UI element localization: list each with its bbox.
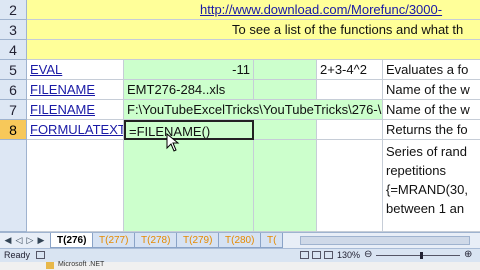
sheet-tab-bar: ◀ ◁ ▷ ▶ T(276) T(277) T(278) T(279) T(28… <box>0 232 480 248</box>
tab-t278[interactable]: T(278) <box>134 233 178 248</box>
worksheet-grid[interactable]: 2 3 4 5 6 7 8 http://www.download.com/Mo… <box>0 0 480 232</box>
page-layout-icon[interactable] <box>312 251 321 259</box>
active-cell-b8[interactable]: =FILENAME() <box>124 120 254 140</box>
cell-a6[interactable]: FILENAME <box>27 80 124 100</box>
row-header-4[interactable]: 4 <box>0 40 27 60</box>
cell-b9[interactable] <box>124 140 254 232</box>
cell-c5[interactable] <box>254 60 317 80</box>
cell-a9[interactable] <box>27 140 124 232</box>
cursor-icon <box>166 133 180 152</box>
cell-a7[interactable]: FILENAME <box>27 100 124 120</box>
row-header-6[interactable]: 6 <box>0 80 27 100</box>
row-header-9[interactable] <box>0 140 27 232</box>
cell-b5[interactable]: -11 <box>124 60 254 80</box>
zoom-level[interactable]: 130% <box>337 250 360 260</box>
status-bar: Ready 130% ⊖ ⊕ <box>0 248 480 262</box>
zoom-in-icon[interactable]: ⊕ <box>464 249 472 260</box>
taskbar: Microsoft .NET <box>0 261 480 270</box>
extra-line-1: Series of rand <box>386 144 467 159</box>
cell-d5[interactable]: 2+3-4^2 <box>317 60 383 80</box>
extra-line-3: {=MRAND(30, <box>386 182 468 197</box>
row-header-3[interactable]: 3 <box>0 20 27 40</box>
eval-link[interactable]: EVAL <box>30 62 62 77</box>
row-header-2[interactable]: 2 <box>0 0 27 20</box>
cell-a5[interactable]: EVAL <box>27 60 124 80</box>
cell-e5[interactable]: Evaluates a fo <box>383 60 480 80</box>
folder-icon <box>46 262 54 269</box>
filename-link-1[interactable]: FILENAME <box>30 82 95 97</box>
row-header-7[interactable]: 7 <box>0 100 27 120</box>
macro-record-icon[interactable] <box>36 251 45 259</box>
cell-row2[interactable]: http://www.download.com/Morefunc/3000- <box>27 0 480 20</box>
cell-e8[interactable]: Returns the fo <box>383 120 480 140</box>
status-ready: Ready <box>4 250 31 260</box>
next-sheet-button[interactable]: ▷ <box>25 234 35 246</box>
cell-row4[interactable] <box>27 40 480 60</box>
cell-c6[interactable] <box>254 80 317 100</box>
cell-d9[interactable] <box>317 140 383 232</box>
row-header-5[interactable]: 5 <box>0 60 27 80</box>
zoom-slider-handle[interactable] <box>420 252 423 259</box>
prev-sheet-button[interactable]: ◁ <box>14 234 24 246</box>
zoom-slider[interactable] <box>376 255 460 256</box>
tab-t281[interactable]: T( <box>260 233 284 248</box>
taskbar-item-label[interactable]: Microsoft .NET <box>58 261 104 268</box>
cell-d8[interactable] <box>317 120 383 140</box>
extra-line-4: between 1 an <box>386 201 465 216</box>
last-sheet-button[interactable]: ▶ <box>36 234 46 246</box>
row-header-8[interactable]: 8 <box>0 120 27 140</box>
cell-e6[interactable]: Name of the w <box>383 80 480 100</box>
filename-link-2[interactable]: FILENAME <box>30 102 95 117</box>
zoom-out-icon[interactable]: ⊖ <box>364 249 372 260</box>
cell-c9[interactable] <box>254 140 317 232</box>
download-link[interactable]: http://www.download.com/Morefunc/3000- <box>200 1 442 19</box>
functions-note: To see a list of the functions and what … <box>232 22 464 37</box>
horizontal-scrollbar[interactable] <box>300 236 470 245</box>
normal-view-icon[interactable] <box>300 251 309 259</box>
cell-c8[interactable] <box>254 120 317 140</box>
cell-a8[interactable]: FORMULATEXT <box>27 120 124 140</box>
extra-line-2: repetitions <box>386 163 446 178</box>
tab-t277[interactable]: T(277) <box>92 233 136 248</box>
cell-e7[interactable]: Name of the w <box>383 100 480 120</box>
tab-t280[interactable]: T(280) <box>218 233 262 248</box>
cell-e9[interactable]: Series of rand repetitions {=MRAND(30, b… <box>383 140 480 232</box>
tab-t279[interactable]: T(279) <box>176 233 220 248</box>
cell-b7[interactable]: F:\YouTubeExcelTricks\YouTubeTricks\276-… <box>124 100 383 120</box>
cell-b6[interactable]: EMT276-284..xls <box>124 80 254 100</box>
first-sheet-button[interactable]: ◀ <box>3 234 13 246</box>
formulatext-link[interactable]: FORMULATEXT <box>30 122 123 137</box>
cell-d6[interactable] <box>317 80 383 100</box>
cell-row3[interactable]: To see a list of the functions and what … <box>27 20 480 40</box>
tab-t276[interactable]: T(276) <box>50 233 94 248</box>
page-break-icon[interactable] <box>324 251 333 259</box>
